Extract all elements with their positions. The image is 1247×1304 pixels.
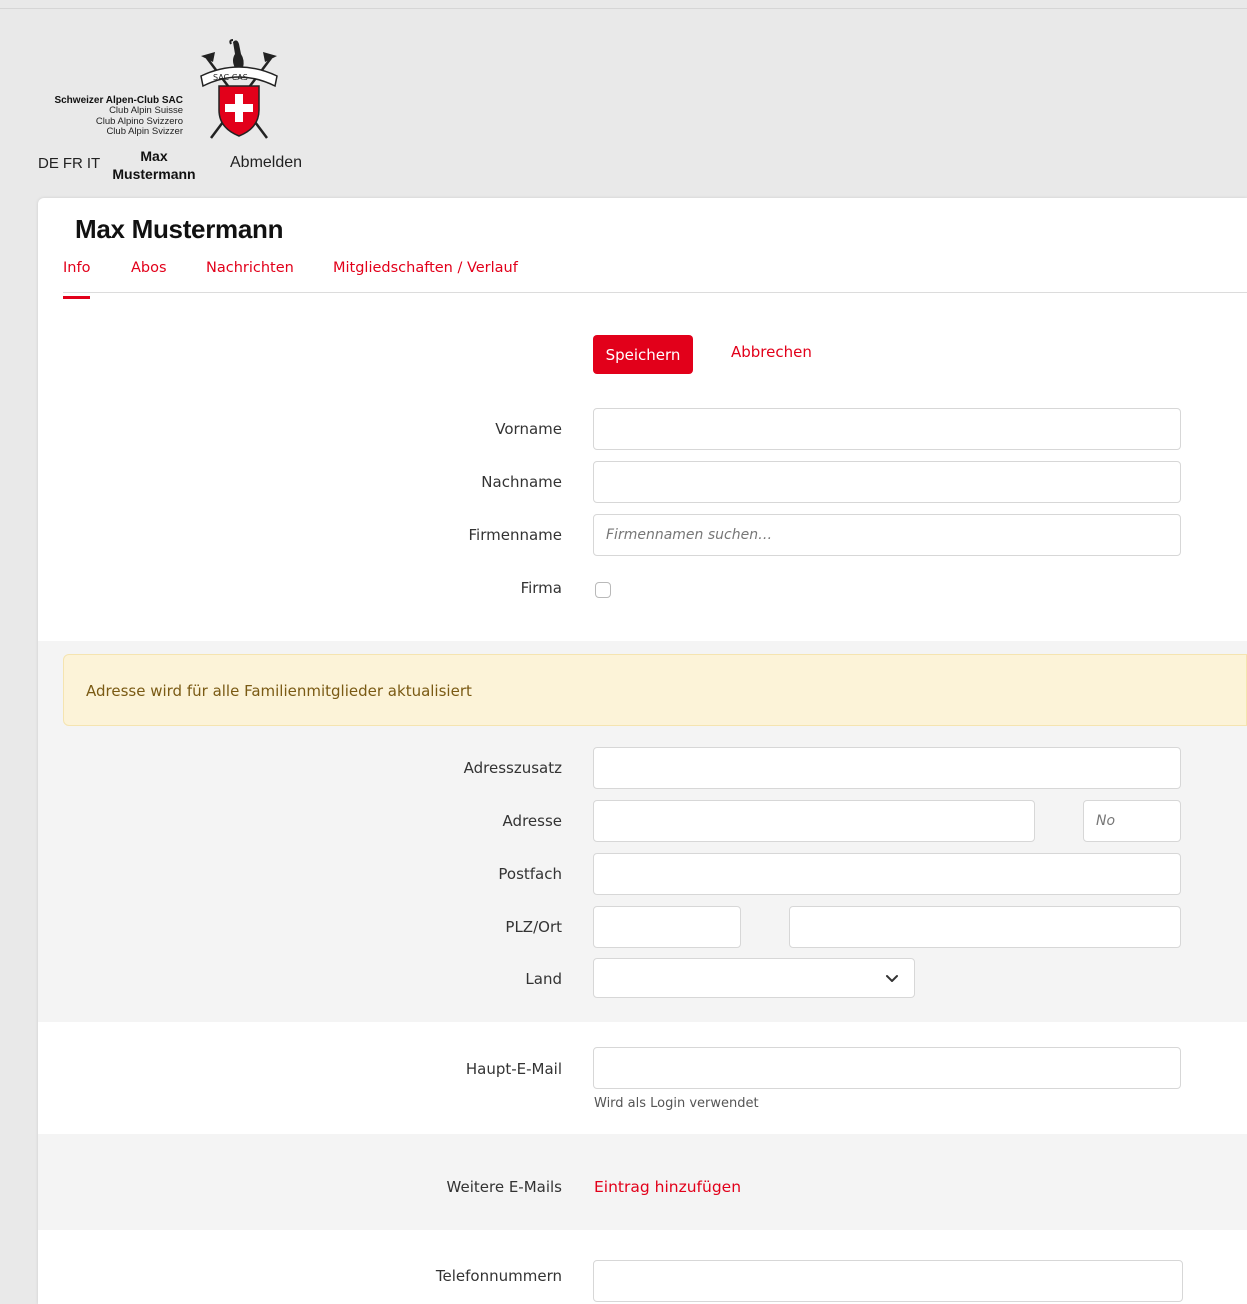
lang-it[interactable]: IT — [87, 155, 100, 172]
save-button[interactable]: Speichern — [593, 335, 693, 374]
adresszusatz-label: Adresszusatz — [463, 759, 562, 777]
tab-mitgliedschaften[interactable]: Mitgliedschaften / Verlauf — [333, 260, 518, 276]
postfach-label: Postfach — [498, 865, 562, 883]
tab-info[interactable]: Info — [63, 260, 91, 299]
plz-input[interactable] — [593, 906, 741, 948]
nachname-label: Nachname — [481, 473, 562, 491]
weitere-emails-label: Weitere E-Mails — [446, 1178, 562, 1196]
telefon-input[interactable] — [593, 1260, 1183, 1302]
cancel-button[interactable]: Abbrechen — [731, 343, 812, 361]
telefon-label: Telefonnummern — [435, 1267, 562, 1285]
lang-de[interactable]: DE — [38, 155, 59, 172]
tab-divider — [63, 292, 1247, 293]
ort-input[interactable] — [789, 906, 1181, 948]
firma-checkbox[interactable] — [595, 582, 611, 598]
firma-label: Firma — [520, 579, 562, 597]
user-name[interactable]: Max Mustermann — [104, 147, 204, 183]
tab-nachrichten[interactable]: Nachrichten — [206, 260, 294, 276]
sac-logo-icon[interactable]: SAC CAS — [193, 38, 285, 148]
vorname-label: Vorname — [495, 420, 562, 438]
postfach-input[interactable] — [593, 853, 1181, 895]
family-address-notice: Adresse wird für alle Familienmitglieder… — [63, 654, 1247, 726]
plz-ort-label: PLZ/Ort — [505, 918, 562, 936]
adresse-number-input[interactable] — [1083, 800, 1181, 842]
firmenname-label: Firmenname — [468, 526, 563, 544]
language-switcher: DE FR IT — [38, 155, 104, 172]
adresse-street-input[interactable] — [593, 800, 1035, 842]
lang-fr[interactable]: FR — [63, 155, 83, 172]
haupt-email-label: Haupt-E-Mail — [465, 1060, 562, 1078]
notice-text: Adresse wird für alle Familienmitglieder… — [86, 682, 472, 700]
user-first-name: Max — [140, 148, 168, 164]
top-divider — [0, 8, 1247, 9]
page-title: Max Mustermann — [75, 214, 284, 244]
tab-abos[interactable]: Abos — [131, 260, 167, 276]
firmenname-search-input[interactable] — [593, 514, 1181, 556]
login-hint: Wird als Login verwendet — [594, 1096, 759, 1111]
main-card: Max Mustermann Info Abos Nachrichten Mit… — [38, 198, 1247, 1304]
vorname-input[interactable] — [593, 408, 1181, 450]
add-email-link[interactable]: Eintrag hinzufügen — [594, 1178, 741, 1196]
chevron-down-icon — [886, 975, 898, 982]
adresszusatz-input[interactable] — [593, 747, 1181, 789]
brand-text: Schweizer Alpen-Club SAC Club Alpin Suis… — [28, 95, 183, 138]
land-label: Land — [525, 970, 562, 988]
adresse-label: Adresse — [502, 812, 562, 830]
nachname-input[interactable] — [593, 461, 1181, 503]
haupt-email-input[interactable] — [593, 1047, 1181, 1089]
land-select[interactable] — [593, 958, 915, 998]
brand-line-2: Club Alpin Suisse — [109, 105, 183, 116]
brand-line-4: Club Alpin Svizzer — [106, 126, 183, 137]
user-last-name: Mustermann — [112, 166, 196, 182]
logout-link[interactable]: Abmelden — [230, 154, 302, 172]
logo-banner-text: SAC CAS — [213, 73, 248, 82]
